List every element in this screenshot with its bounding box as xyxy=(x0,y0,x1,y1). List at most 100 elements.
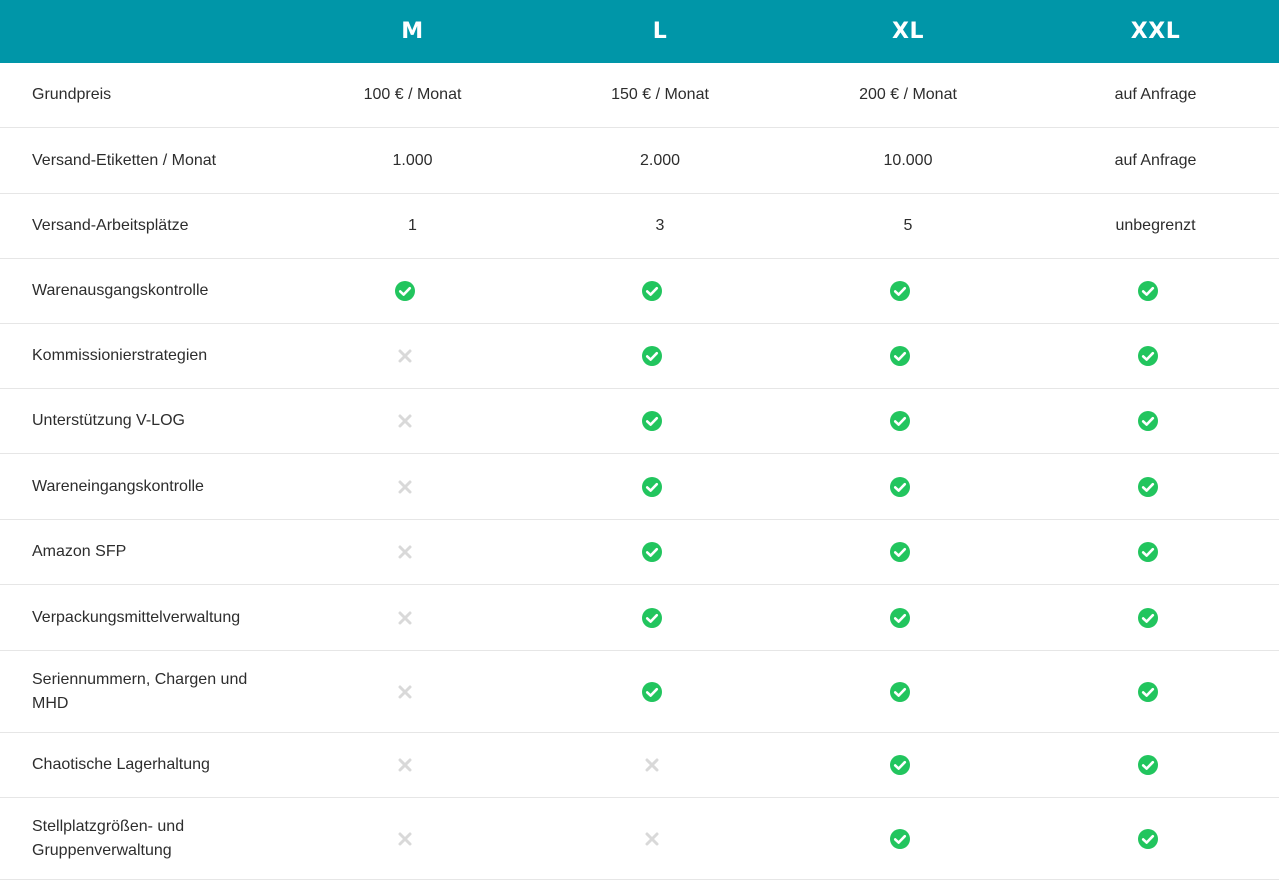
feature-cell xyxy=(536,681,784,702)
table-row: Seriennummern, Chargen und MHD xyxy=(0,651,1279,733)
row-label: Grundpreis xyxy=(32,86,112,103)
row-label: Wareneingangskontrolle xyxy=(32,477,204,495)
check-icon xyxy=(642,411,662,431)
check-icon xyxy=(642,476,662,497)
check-icon xyxy=(890,411,910,431)
cross-icon xyxy=(395,411,415,431)
feature-cell xyxy=(784,755,1032,775)
row-label: Kommissionierstrategien xyxy=(32,347,208,364)
cross-icon xyxy=(395,608,415,628)
check-icon xyxy=(890,828,910,849)
check-icon xyxy=(1137,607,1158,628)
feature-cell xyxy=(289,829,536,849)
check-icon xyxy=(642,346,662,366)
table-row: Stellplatzgrößen- und Gruppenverwaltung xyxy=(0,798,1279,880)
feature-cell xyxy=(784,542,1032,562)
cell-value: 200 € / Monat xyxy=(859,86,957,103)
feature-cell xyxy=(289,346,536,366)
check-icon xyxy=(890,542,910,562)
plan-xl-header: XL xyxy=(892,19,924,44)
cell-value: 1 xyxy=(408,217,417,234)
feature-cell xyxy=(1032,828,1279,849)
cross-icon xyxy=(395,542,415,562)
check-icon xyxy=(1137,346,1158,366)
plan-xxl-header: XXL xyxy=(1130,19,1181,44)
feature-cell xyxy=(784,681,1032,702)
feature-cell xyxy=(289,542,536,562)
table-row: Grundpreis 100 € / Monat 150 € / Monat 2… xyxy=(0,63,1279,128)
check-icon xyxy=(890,755,910,775)
row-label: Verpackungsmittelverwaltung xyxy=(32,608,241,626)
table-row: Amazon SFP xyxy=(0,520,1279,585)
feature-cell xyxy=(1032,346,1279,366)
pricing-table: M L XL XXL Grundpreis 100 € / Monat 150 … xyxy=(0,0,1279,880)
feature-cell xyxy=(289,477,536,497)
feature-cell xyxy=(536,476,784,497)
feature-cell xyxy=(289,608,536,628)
table-row: Versand-Arbeitsplätze 1 3 5 unbegrenzt xyxy=(0,194,1279,259)
check-icon xyxy=(890,476,910,497)
check-icon xyxy=(1137,281,1158,301)
cell-value: 150 € / Monat xyxy=(611,86,709,103)
cell-value: 100 € / Monat xyxy=(363,86,462,103)
check-icon xyxy=(890,281,910,301)
row-label: Versand-Arbeitsplätze xyxy=(32,217,189,234)
feature-cell xyxy=(1032,411,1279,431)
feature-cell xyxy=(1032,476,1279,497)
row-label: Unterstützung V-LOG xyxy=(32,412,185,429)
feature-cell xyxy=(1032,542,1279,562)
cross-icon xyxy=(395,346,415,366)
cell-value: 5 xyxy=(903,217,913,234)
cross-icon xyxy=(395,682,415,702)
table-header: M L XL XXL xyxy=(0,0,1279,63)
cross-icon xyxy=(642,829,662,849)
cell-value: 1.000 xyxy=(392,151,433,169)
feature-cell xyxy=(784,828,1032,849)
cross-icon xyxy=(395,829,415,849)
feature-cell xyxy=(289,755,536,775)
check-icon xyxy=(1137,828,1158,849)
cell-value: 10.000 xyxy=(883,151,933,169)
cell-value: auf Anfrage xyxy=(1114,86,1197,103)
table-row: Warenausgangskontrolle xyxy=(0,259,1279,324)
table-row: Wareneingangskontrolle xyxy=(0,454,1279,520)
feature-cell xyxy=(1032,607,1279,628)
cell-value: 2.000 xyxy=(639,151,681,169)
plan-m-header: M xyxy=(401,19,424,44)
table-row: Versand-Etiketten / Monat 1.000 2.000 10… xyxy=(0,128,1279,194)
feature-cell xyxy=(536,542,784,562)
row-label: Warenausgangskontrolle xyxy=(32,282,209,299)
check-icon xyxy=(890,346,910,366)
feature-cell xyxy=(784,607,1032,628)
check-icon xyxy=(642,607,662,628)
check-icon xyxy=(642,281,662,301)
feature-cell xyxy=(1032,681,1279,702)
check-icon xyxy=(890,607,910,628)
check-icon xyxy=(1137,476,1158,497)
feature-cell xyxy=(536,346,784,366)
check-icon xyxy=(394,281,415,301)
check-icon xyxy=(1137,681,1158,702)
feature-cell xyxy=(536,411,784,431)
feature-cell xyxy=(784,411,1032,431)
check-icon xyxy=(1137,542,1158,562)
check-icon xyxy=(642,542,662,562)
cell-value: 3 xyxy=(655,217,665,234)
feature-cell xyxy=(536,829,784,849)
check-icon xyxy=(1137,755,1158,775)
row-label: Amazon SFP xyxy=(32,543,127,560)
cross-icon xyxy=(642,755,662,775)
cross-icon xyxy=(395,755,415,775)
feature-cell xyxy=(289,411,536,431)
plan-l-header: L xyxy=(652,19,668,44)
feature-cell xyxy=(289,682,536,702)
feature-cell xyxy=(784,281,1032,301)
table-row: Verpackungsmittelverwaltung xyxy=(0,585,1279,651)
feature-cell xyxy=(536,607,784,628)
check-icon xyxy=(642,681,662,702)
feature-cell xyxy=(784,476,1032,497)
row-label: Stellplatzgrößen- und Gruppenverwaltung xyxy=(32,817,185,859)
row-label: Versand-Etiketten / Monat xyxy=(32,151,217,169)
row-label: Chaotische Lagerhaltung xyxy=(32,756,210,773)
table-row: Kommissionierstrategien xyxy=(0,324,1279,389)
